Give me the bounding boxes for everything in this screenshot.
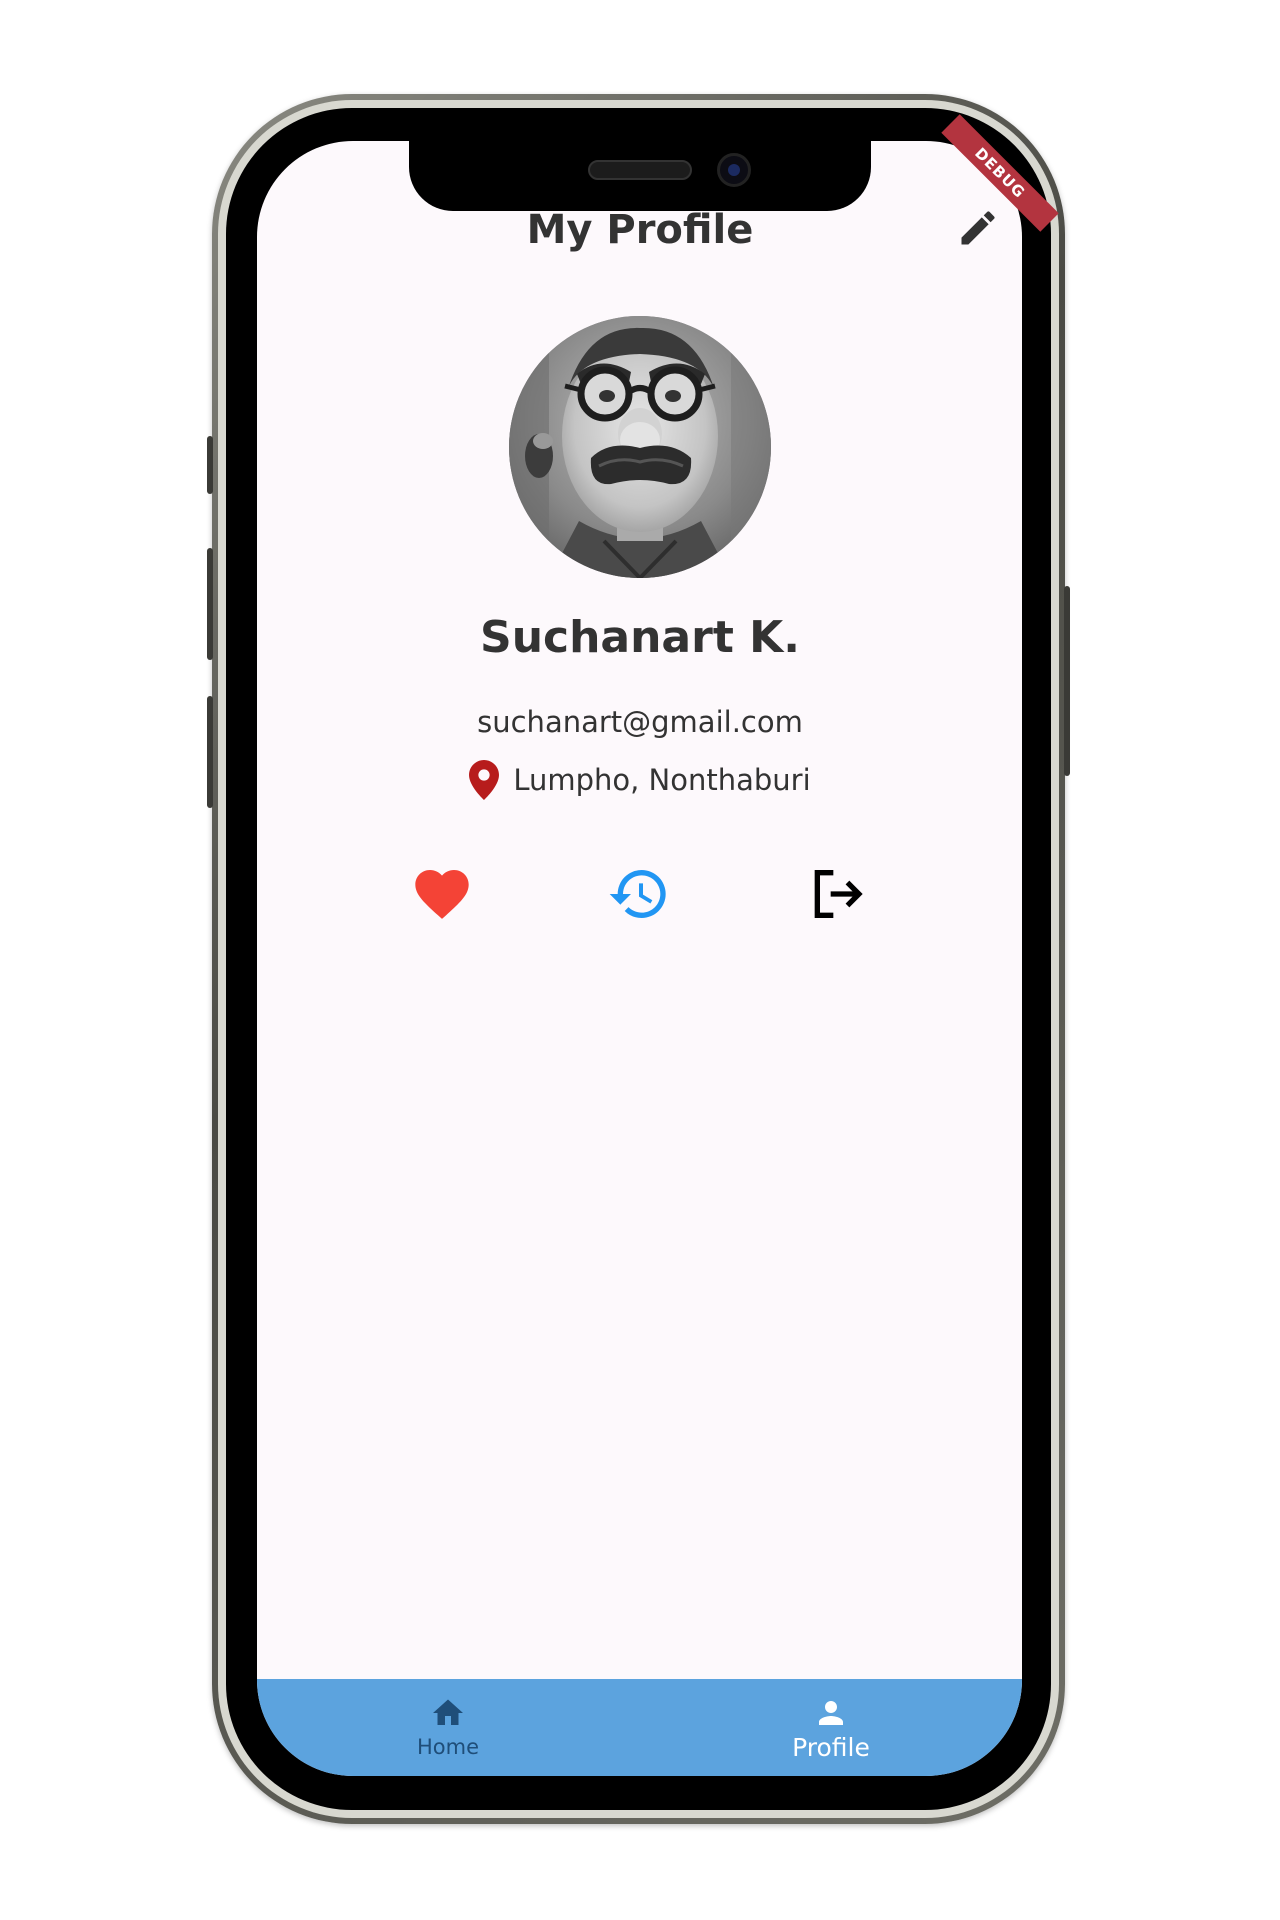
- profile-location: Lumpho, Nonthaburi: [513, 763, 811, 797]
- stage: Home Profile DEBUG My Profile Suchanart …: [0, 0, 1280, 1920]
- nav-item-profile[interactable]: Profile: [640, 1679, 1022, 1776]
- profile-email: suchanart@gmail.com: [477, 705, 803, 739]
- edit-button[interactable]: [956, 206, 1000, 250]
- favorites-button[interactable]: [410, 862, 474, 926]
- page-title: My Profile: [526, 207, 754, 253]
- person-icon: [819, 1701, 843, 1725]
- avatar-image: [509, 316, 771, 578]
- nav-label-profile: Profile: [792, 1733, 870, 1762]
- edit-icon: [961, 211, 995, 245]
- logout-button[interactable]: [804, 862, 868, 926]
- logout-icon: [814, 870, 863, 918]
- location-row: Lumpho, Nonthaburi: [0, 758, 1280, 802]
- front-camera: [717, 153, 751, 187]
- heart-icon: [415, 870, 469, 919]
- history-icon: [609, 870, 666, 918]
- home-icon: [433, 1699, 463, 1725]
- silent-switch: [207, 436, 213, 494]
- nav-item-home[interactable]: Home: [257, 1679, 639, 1776]
- earpiece-speaker: [588, 160, 692, 180]
- nav-label-home: Home: [416, 1735, 479, 1759]
- history-button[interactable]: [607, 862, 671, 926]
- profile-name: Suchanart K.: [480, 612, 800, 663]
- avatar: [509, 316, 771, 578]
- location-pin-icon: [469, 760, 500, 800]
- bottom-navigation-bar: Home Profile: [257, 1679, 1022, 1776]
